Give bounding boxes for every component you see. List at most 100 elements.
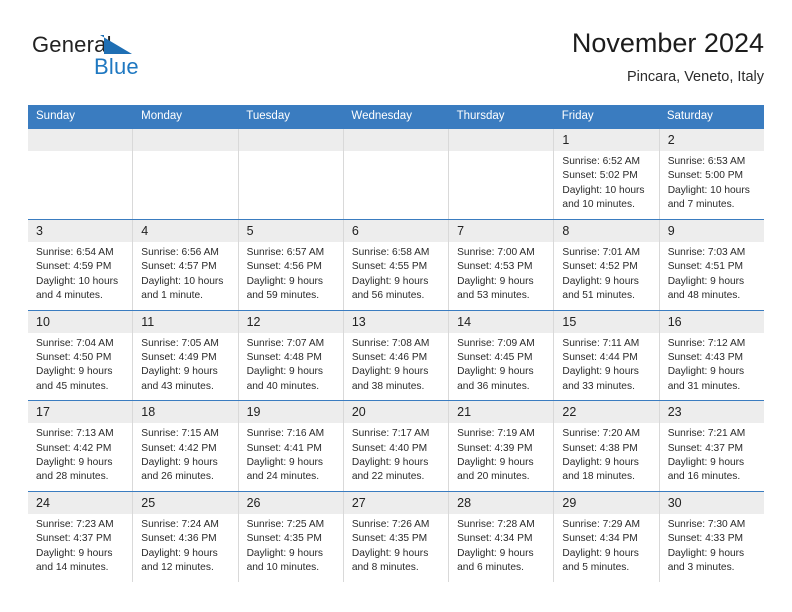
day-sun-info: Sunrise: 7:11 AM Sunset: 4:44 PM Daylight:… <box>554 333 658 401</box>
calendar-day-cell[interactable]: 18 Sunrise: 7:15 AM Sunset: 4:42 PM Dayligh… <box>132 401 238 491</box>
calendar-day-cell[interactable]: 3 Sunrise: 6:54 AM Sunset: 4:59 PM Daylight… <box>28 220 133 310</box>
day-sun-info: Sunrise: 7:07 AM Sunset: 4:48 PM Daylight:… <box>239 333 343 401</box>
calendar-day-cell[interactable]: 7 Sunrise: 7:00 AM Sunset: 4:53 PM Daylight… <box>448 220 554 310</box>
calendar-day-cell[interactable]: 6 Sunrise: 6:58 AM Sunset: 4:55 PM Daylight… <box>342 220 449 310</box>
calendar-day-cell[interactable]: 16 Sunrise: 7:12 AM Sunset: 4:43 PM Dayligh… <box>658 310 764 401</box>
calendar-day-cell[interactable]: 24 Sunrise: 7:23 AM Sunset: 4:37 PM Dayligh… <box>28 491 133 582</box>
daylight-text: Daylight: 9 hours and 5 minutes. <box>562 547 639 574</box>
title-block: November 2024 Pincara, Veneto, Italy <box>572 26 764 88</box>
sunrise-text: Sunrise: 7:07 AM <box>246 337 325 349</box>
calendar-day-cell-empty <box>28 129 133 219</box>
calendar-week-row: 17 Sunrise: 7:13 AM Sunset: 4:42 PM Dayligh… <box>28 400 764 491</box>
calendar-day-cell[interactable]: 21 Sunrise: 7:19 AM Sunset: 4:39 PM Dayligh… <box>448 401 554 491</box>
sunset-text: Sunset: 4:49 PM <box>141 352 217 364</box>
day-number: 19 <box>238 401 343 424</box>
sunset-text: Sunset: 4:37 PM <box>36 533 112 545</box>
calendar-week-row: 3 Sunrise: 6:54 AM Sunset: 4:59 PM Daylight… <box>28 219 764 310</box>
calendar-day-cell[interactable]: 5 Sunrise: 6:57 AM Sunset: 4:56 PM Daylight… <box>237 220 343 310</box>
calendar-day-cell[interactable]: 22 Sunrise: 7:20 AM Sunset: 4:38 PM Dayligh… <box>553 401 659 491</box>
sunset-text: Sunset: 4:57 PM <box>141 261 217 273</box>
calendar-day-cell[interactable]: 9 Sunrise: 7:03 AM Sunset: 4:51 PM Daylight… <box>658 220 764 310</box>
calendar-day-cell[interactable]: 15 Sunrise: 7:11 AM Sunset: 4:44 PM Dayligh… <box>553 310 659 401</box>
daylight-text: Daylight: 9 hours and 12 minutes. <box>141 547 218 574</box>
calendar-day-cell[interactable]: 30 Sunrise: 7:30 AM Sunset: 4:33 PM Dayligh… <box>658 491 764 582</box>
calendar-day-cell-empty <box>237 129 343 219</box>
calendar-day-cell-empty <box>342 129 449 219</box>
daylight-text: Daylight: 9 hours and 38 minutes. <box>351 366 429 392</box>
day-number: 30 <box>659 491 764 514</box>
sunrise-text: Sunrise: 7:24 AM <box>141 518 219 530</box>
triangle-icon <box>100 35 132 54</box>
daylight-text: Daylight: 9 hours and 6 minutes. <box>457 547 534 574</box>
day-sun-info: Sunrise: 7:08 AM Sunset: 4:46 PM Daylight:… <box>344 333 448 401</box>
sunrise-text: Sunrise: 7:04 AM <box>36 337 114 349</box>
page-header: General Blue November 2024 Pincara, Vene… <box>28 26 764 94</box>
page-subtitle: Pincara, Veneto, Italy <box>626 69 764 85</box>
sunrise-text: Sunrise: 7:08 AM <box>351 337 430 349</box>
calendar-day-cell[interactable]: 1 Sunrise: 6:52 AM Sunset: 5:02 PM Daylight… <box>553 129 659 219</box>
day-number: 14 <box>449 310 554 333</box>
calendar-day-cell[interactable]: 28 Sunrise: 7:28 AM Sunset: 4:34 PM Dayligh… <box>448 491 554 582</box>
calendar-day-cell[interactable]: 26 Sunrise: 7:25 AM Sunset: 4:35 PM Dayligh… <box>237 491 343 582</box>
day-number: 16 <box>659 310 764 333</box>
calendar-day-cell[interactable]: 29 Sunrise: 7:29 AM Sunset: 4:34 PM Dayligh… <box>553 491 659 582</box>
sunrise-text: Sunrise: 7:09 AM <box>457 337 535 349</box>
sunset-text: Sunset: 4:56 PM <box>246 261 322 273</box>
calendar-grid: Sunday Monday Tuesday Wednesday Thursday… <box>28 105 764 582</box>
day-number: 15 <box>554 310 659 333</box>
daylight-text: Daylight: 9 hours and 59 minutes. <box>246 275 324 302</box>
calendar-day-cell[interactable]: 17 Sunrise: 7:13 AM Sunset: 4:42 PM Dayligh… <box>28 401 133 491</box>
day-number: 10 <box>28 310 133 333</box>
calendar-day-cell[interactable]: 4 Sunrise: 6:56 AM Sunset: 4:57 PM Daylight… <box>132 220 238 310</box>
weekday-header-tuesday: Tuesday <box>246 110 290 122</box>
calendar-week-row: 24 Sunrise: 7:23 AM Sunset: 4:37 PM Dayligh… <box>28 490 764 582</box>
sunset-text: Sunset: 4:48 PM <box>246 352 322 364</box>
calendar-day-cell-empty <box>448 129 554 219</box>
day-sun-info: Sunrise: 7:13 AM Sunset: 4:42 PM Daylight:… <box>28 423 132 491</box>
sunset-text: Sunset: 4:52 PM <box>562 261 638 273</box>
day-sun-info: Sunrise: 7:12 AM Sunset: 4:43 PM Daylight:… <box>660 333 764 401</box>
daylight-text: Daylight: 9 hours and 51 minutes. <box>562 275 639 302</box>
calendar-day-cell[interactable]: 11 Sunrise: 7:05 AM Sunset: 4:49 PM Dayligh… <box>132 310 238 401</box>
calendar-day-cell[interactable]: 23 Sunrise: 7:21 AM Sunset: 4:37 PM Dayligh… <box>658 401 764 491</box>
daylight-text: Daylight: 9 hours and 31 minutes. <box>667 366 745 392</box>
daylight-text: Daylight: 9 hours and 8 minutes. <box>351 547 429 574</box>
daylight-text: Daylight: 10 hours and 4 minutes. <box>36 275 119 302</box>
sunset-text: Sunset: 4:34 PM <box>562 533 638 545</box>
day-sun-info: Sunrise: 7:28 AM Sunset: 4:34 PM Daylight:… <box>449 514 553 582</box>
sunrise-text: Sunrise: 6:52 AM <box>562 156 640 167</box>
sunrise-text: Sunrise: 7:30 AM <box>667 518 746 530</box>
sunset-text: Sunset: 4:33 PM <box>667 533 744 545</box>
calendar-day-cell[interactable]: 2 Sunrise: 6:53 AM Sunset: 5:00 PM Daylight… <box>658 129 764 219</box>
weekday-header-saturday: Saturday <box>666 110 713 122</box>
sunset-text: Sunset: 4:45 PM <box>457 352 533 364</box>
day-sun-info: Sunrise: 7:24 AM Sunset: 4:36 PM Daylight:… <box>133 514 237 582</box>
sunrise-text: Sunrise: 6:56 AM <box>141 247 219 258</box>
day-sun-info: Sunrise: 7:29 AM Sunset: 4:34 PM Daylight:… <box>554 514 658 582</box>
generalblue-logo[interactable]: General Blue <box>32 32 172 88</box>
day-sun-info: Sunrise: 6:53 AM Sunset: 5:00 PM Daylight:… <box>660 151 764 219</box>
calendar-day-cell[interactable]: 13 Sunrise: 7:08 AM Sunset: 4:46 PM Dayligh… <box>342 310 449 401</box>
sunrise-text: Sunrise: 7:23 AM <box>36 518 114 530</box>
day-number <box>449 129 554 151</box>
daylight-text: Daylight: 9 hours and 14 minutes. <box>36 547 113 574</box>
daylight-text: Daylight: 9 hours and 36 minutes. <box>457 366 534 392</box>
daylight-text: Daylight: 9 hours and 18 minutes. <box>562 457 639 483</box>
day-sun-info: Sunrise: 7:30 AM Sunset: 4:33 PM Daylight:… <box>660 514 764 582</box>
sunset-text: Sunset: 5:02 PM <box>562 170 638 182</box>
calendar-day-cell[interactable]: 12 Sunrise: 7:07 AM Sunset: 4:48 PM Dayligh… <box>237 310 343 401</box>
day-sun-info: Sunrise: 7:17 AM Sunset: 4:40 PM Daylight:… <box>344 423 448 491</box>
day-sun-info: Sunrise: 7:25 AM Sunset: 4:35 PM Daylight:… <box>239 514 343 582</box>
sunset-text: Sunset: 4:42 PM <box>36 442 112 454</box>
calendar-day-cell[interactable]: 20 Sunrise: 7:17 AM Sunset: 4:40 PM Dayligh… <box>342 401 449 491</box>
calendar-day-cell[interactable]: 8 Sunrise: 7:01 AM Sunset: 4:52 PM Daylight… <box>553 220 659 310</box>
calendar-day-cell[interactable]: 25 Sunrise: 7:24 AM Sunset: 4:36 PM Dayligh… <box>132 491 238 582</box>
calendar-day-cell[interactable]: 14 Sunrise: 7:09 AM Sunset: 4:45 PM Dayligh… <box>448 310 554 401</box>
calendar-day-cell[interactable]: 19 Sunrise: 7:16 AM Sunset: 4:41 PM Dayligh… <box>237 401 343 491</box>
calendar-day-cell[interactable]: 10 Sunrise: 7:04 AM Sunset: 4:50 PM Dayligh… <box>28 310 133 401</box>
weekday-header-sunday: Sunday <box>36 110 76 122</box>
calendar-day-cell[interactable]: 27 Sunrise: 7:26 AM Sunset: 4:35 PM Dayligh… <box>342 491 449 582</box>
day-sun-info: Sunrise: 7:16 AM Sunset: 4:41 PM Daylight:… <box>239 423 343 491</box>
sunrise-text: Sunrise: 7:01 AM <box>562 247 640 258</box>
day-sun-info: Sunrise: 7:26 AM Sunset: 4:35 PM Daylight:… <box>344 514 448 582</box>
